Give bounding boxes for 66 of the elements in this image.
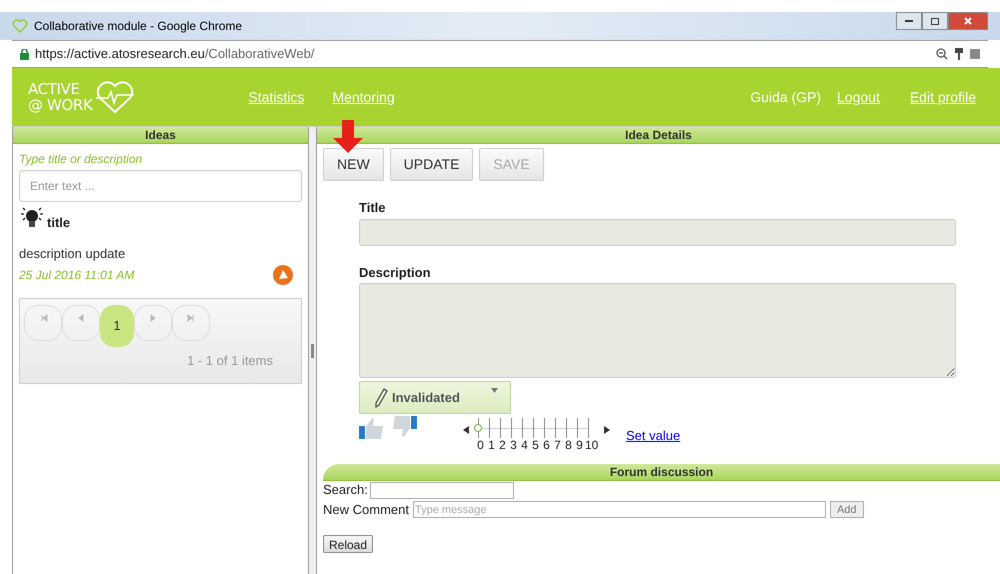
logo-text: ACTIVE xyxy=(28,81,81,97)
tick-label: 4 xyxy=(520,438,529,452)
panel-header: Ideas xyxy=(13,127,308,144)
set-value-link[interactable]: Set value xyxy=(626,426,680,446)
status-dropdown[interactable]: Invalidated xyxy=(359,381,511,414)
rating-slider[interactable] xyxy=(475,418,591,438)
last-page-icon xyxy=(186,314,196,322)
search-field[interactable]: Enter text ... xyxy=(19,170,302,202)
idea-description: description update xyxy=(19,245,126,263)
first-page-icon xyxy=(38,314,48,322)
tick-label: 8 xyxy=(564,438,573,452)
pager-summary: 1 - 1 of 1 items xyxy=(187,352,273,370)
page-button[interactable]: 1 xyxy=(100,304,134,346)
tick-label: 10 xyxy=(585,438,596,452)
splitter-handle[interactable] xyxy=(311,344,314,358)
tick-label: 9 xyxy=(575,438,584,452)
comment-label: New Comment xyxy=(323,501,409,519)
idea-title[interactable]: title xyxy=(47,212,70,232)
reload-button[interactable]: Reload xyxy=(323,534,374,552)
tick-label: 0 xyxy=(476,438,485,452)
thumbs-down-icon[interactable] xyxy=(391,416,417,440)
caret-icon xyxy=(491,388,498,393)
add-button[interactable]: Add xyxy=(830,501,864,518)
search-label: Search: xyxy=(323,481,368,500)
badge-icon xyxy=(272,264,294,286)
title-field[interactable] xyxy=(359,218,956,246)
user-name: Guida (GP) xyxy=(750,88,822,107)
slider-left-icon[interactable] xyxy=(463,426,469,434)
toolbar-button[interactable]: NEW xyxy=(323,148,384,181)
tick-label: 7 xyxy=(553,438,562,452)
description-field[interactable] xyxy=(359,283,956,378)
tick-label: 6 xyxy=(542,438,551,452)
logo-text: @ WORK xyxy=(28,97,92,113)
thumbs-up-icon[interactable] xyxy=(359,416,385,440)
window-title: Collaborative module - Google Chrome xyxy=(34,18,242,35)
previous-page-icon xyxy=(76,314,86,322)
zoom-out-icon[interactable] xyxy=(936,48,948,60)
tick-label: 2 xyxy=(498,438,507,452)
field-label: Description xyxy=(359,264,432,282)
forum-search-field[interactable] xyxy=(370,482,514,498)
url-text: https://active.atosresearch.eu/CollaborativeWeb/ xyxy=(35,45,314,64)
idea-date: 25 Jul 2016 11:01 AM xyxy=(19,266,134,284)
close-icon xyxy=(964,17,972,25)
tick-label: 1 xyxy=(487,438,496,452)
slider-right-icon[interactable] xyxy=(604,426,610,434)
toolbar-button[interactable]: UPDATE xyxy=(390,148,474,181)
next-page-icon xyxy=(148,314,158,322)
search-label: Type title or description xyxy=(19,151,144,168)
field-label: Title xyxy=(359,199,386,217)
comment-field[interactable]: Type message xyxy=(412,501,826,518)
maximize-button[interactable] xyxy=(922,12,948,30)
heart-logo-icon xyxy=(94,80,136,114)
panel-header: Idea Details xyxy=(317,127,1000,144)
slider-thumb[interactable] xyxy=(474,424,482,432)
tick-label: 3 xyxy=(509,438,518,452)
arrow-icon xyxy=(331,120,365,154)
lock-icon xyxy=(20,48,29,60)
heart-icon xyxy=(12,19,28,33)
status-text: Invalidated xyxy=(392,388,460,407)
address-bar[interactable]: https://active.atosresearch.eu/CollaborativeWeb/ xyxy=(12,40,988,68)
key-icon[interactable] xyxy=(954,48,964,60)
pencil-icon xyxy=(374,388,388,408)
tick-label: 5 xyxy=(531,438,540,452)
forum-header: Forum discussion xyxy=(323,464,1000,481)
close-button[interactable] xyxy=(948,12,988,30)
minimize-button[interactable] xyxy=(896,12,922,30)
